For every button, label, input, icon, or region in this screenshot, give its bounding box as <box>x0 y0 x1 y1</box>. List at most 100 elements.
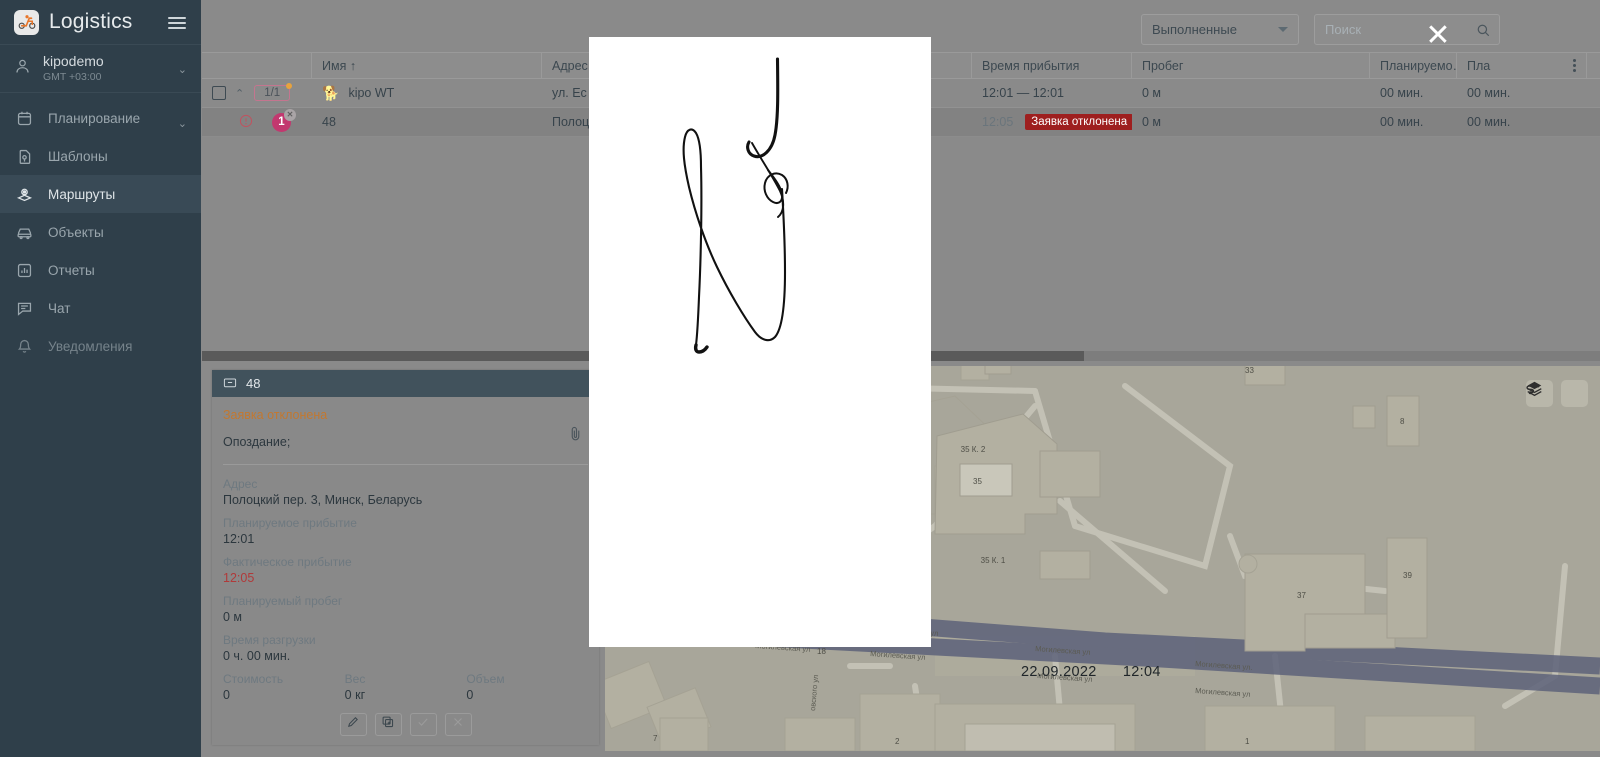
svg-text:2: 2 <box>895 737 900 746</box>
sidebar-item-templates[interactable]: Шаблоны <box>0 137 201 175</box>
sidebar-item-reports[interactable]: Отчеты <box>0 251 201 289</box>
svg-text:7: 7 <box>653 734 658 743</box>
sidebar-item-routes[interactable]: Маршруты <box>0 175 201 213</box>
table-header-arrival[interactable]: Время прибытия <box>972 53 1132 78</box>
map-timestamp: 22.09.2022 12:04 <box>1021 664 1183 680</box>
status-filter-value: Выполненные <box>1152 22 1237 37</box>
svg-text:18: 18 <box>817 647 826 656</box>
row-arrival-cell: 12:05 Заявка отклонена <box>972 108 1132 136</box>
detail-metric-label: Объем <box>466 672 588 686</box>
row-arrival-cell: 12:01 — 12:01 <box>972 79 1132 107</box>
row-counter-badge[interactable]: 1/1 <box>254 85 290 101</box>
close-overlay-button[interactable]: ✕ <box>1424 23 1452 51</box>
sidebar-item-objects[interactable]: Объекты <box>0 213 201 251</box>
bell-icon <box>14 336 34 356</box>
sidebar-item-label: Маршруты <box>48 187 115 202</box>
detail-field: Время разгрузки 0 ч. 00 мин. <box>223 633 588 663</box>
sidebar-item-chat[interactable]: Чат <box>0 289 201 327</box>
signature-lightbox[interactable] <box>589 37 931 647</box>
check-icon <box>416 715 430 734</box>
scooter-logo-icon <box>14 10 39 35</box>
account-name: kipodemo <box>43 53 104 71</box>
row-counter-label: 1/1 <box>264 87 280 99</box>
detail-metric: Объем 0 <box>466 672 588 711</box>
detail-field-label: Планируемое прибытие <box>223 516 588 530</box>
close-icon <box>451 715 465 734</box>
status-filter-select[interactable]: Выполненные <box>1141 14 1299 45</box>
table-header-planned1[interactable]: Планируемо… <box>1370 53 1457 78</box>
svg-text:35: 35 <box>973 477 982 486</box>
detail-panel-body: Заявка отклонена Опоздание; Адрес Полоцк… <box>212 397 599 711</box>
detail-metric-value: 0 <box>466 688 588 702</box>
table-header-name[interactable]: Имя ↑ <box>312 53 542 78</box>
row-name-cell: 🐕 kipo WT <box>312 79 542 107</box>
chart-icon <box>14 260 34 280</box>
sidebar-item-label: Шаблоны <box>48 149 108 164</box>
calendar-icon <box>14 108 34 128</box>
chevron-down-icon <box>1278 27 1288 32</box>
layers-button[interactable] <box>1561 380 1588 407</box>
detail-metric-label: Стоимость <box>223 672 345 686</box>
detail-panel-title: 48 <box>246 376 260 391</box>
row-order-badge[interactable]: 1 ✕ <box>272 113 291 132</box>
sidebar-item-label: Объекты <box>48 225 104 240</box>
detail-reject-reason: Опоздание; <box>223 435 588 449</box>
status-badge: Заявка отклонена <box>1025 114 1132 130</box>
chevron-down-icon: ⌄ <box>178 117 187 130</box>
alert-dot-icon <box>286 83 292 89</box>
paperclip-icon[interactable] <box>569 425 582 447</box>
row-name-cell: 48 <box>312 108 542 136</box>
account-timezone: GMT +03:00 <box>43 71 104 84</box>
table-header-mileage[interactable]: Пробег <box>1132 53 1370 78</box>
sidebar: Logistics kipodemo GMT +03:00 ⌄ Планиров… <box>0 0 201 757</box>
svg-text:37: 37 <box>1297 591 1306 600</box>
detail-panel-header: 48 <box>212 370 599 397</box>
detail-metric: Стоимость 0 <box>223 672 345 711</box>
detail-metric-value: 0 кг <box>345 688 467 702</box>
chevron-down-icon: ⌄ <box>178 63 187 76</box>
row-checkbox[interactable] <box>212 86 226 100</box>
row-name-label: kipo WT <box>348 86 394 100</box>
detail-field-value: 0 м <box>223 610 588 624</box>
detail-field: Планируемый пробег 0 м <box>223 594 588 624</box>
detail-field-label: Адрес <box>223 477 588 491</box>
sidebar-item-notifications[interactable]: Уведомления <box>0 327 201 365</box>
brand-header: Logistics <box>0 0 201 45</box>
warning-circle-icon <box>239 114 253 131</box>
row-planned2-cell: 00 мин. <box>1457 79 1587 107</box>
sidebar-item-planning[interactable]: Планирование ⌄ <box>0 99 201 137</box>
map-timestamp-time: 12:04 <box>1123 664 1161 680</box>
svg-text:39: 39 <box>1403 571 1412 580</box>
duplicate-button[interactable] <box>375 713 402 736</box>
close-icon: ✕ <box>1425 19 1450 52</box>
chat-icon <box>14 298 34 318</box>
table-header-planned2[interactable]: Пла <box>1457 53 1587 78</box>
detail-field-value: 0 ч. 00 мин. <box>223 649 588 663</box>
detail-field: Планируемое прибытие 12:01 <box>223 516 588 546</box>
brand-title: Logistics <box>49 10 133 34</box>
sidebar-item-label: Планирование <box>48 111 140 126</box>
edit-button[interactable] <box>340 713 367 736</box>
dog-icon: 🐕 <box>322 86 339 100</box>
divider <box>223 464 588 465</box>
vehicle-icon <box>14 222 34 242</box>
badge-close-icon[interactable]: ✕ <box>284 109 296 121</box>
account-switcher[interactable]: kipodemo GMT +03:00 ⌄ <box>0 45 201 93</box>
hamburger-icon[interactable] <box>168 14 186 32</box>
map-timestamp-date: 22.09.2022 <box>1021 664 1097 680</box>
detail-metric: Вес 0 кг <box>345 672 467 711</box>
confirm-button <box>410 713 437 736</box>
chevron-up-icon[interactable]: ⌃ <box>235 87 244 100</box>
row-arrival-label: 12:05 <box>982 115 1013 129</box>
column-options-icon[interactable] <box>1573 57 1576 74</box>
detail-field: Адрес Полоцкий пер. 3, Минск, Беларусь <box>223 477 588 507</box>
detail-field-value: Полоцкий пер. 3, Минск, Беларусь <box>223 493 588 507</box>
map-controls <box>1526 380 1588 407</box>
svg-text:33: 33 <box>1245 366 1254 375</box>
svg-text:35 К. 2: 35 К. 2 <box>961 445 986 454</box>
magnifier-icon[interactable] <box>1476 23 1491 41</box>
user-icon <box>14 58 31 80</box>
row-planned2-cell: 00 мин. <box>1457 108 1587 136</box>
search-field[interactable] <box>1314 14 1500 45</box>
table-header-select[interactable] <box>202 53 312 78</box>
